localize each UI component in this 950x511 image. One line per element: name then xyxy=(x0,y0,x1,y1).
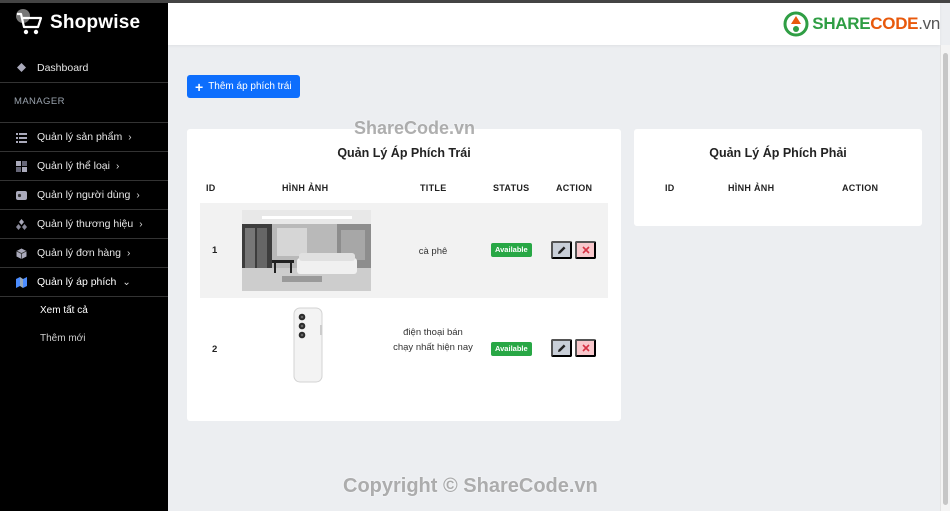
delete-button[interactable] xyxy=(575,339,596,357)
scrollbar-thumb[interactable] xyxy=(943,53,948,505)
chevron-right-icon: › xyxy=(128,131,132,143)
sidebar-item-label: Quản lý thương hiệu xyxy=(37,218,134,230)
pencil-icon xyxy=(557,246,565,254)
chevron-right-icon: › xyxy=(115,160,120,172)
column-header-action: ACTION xyxy=(842,183,879,193)
logo-text: SHARECODE.vn xyxy=(812,14,940,34)
watermark-copyright: Copyright © ShareCode.vn xyxy=(343,475,598,497)
sidebar-item-users[interactable]: Quản lý người dùng › xyxy=(0,181,168,210)
sidebar-item-label: Dashboard xyxy=(37,61,89,74)
sidebar-item-products[interactable]: Quản lý sản phẩm › xyxy=(0,123,168,152)
chevron-right-icon: › xyxy=(139,218,143,230)
sidebar-item-dashboard[interactable]: Dashboard xyxy=(0,53,168,83)
brand[interactable]: Shopwise xyxy=(0,3,168,43)
logo-share: SHARE xyxy=(812,14,871,33)
sidebar-subitem-view-all[interactable]: Xem tất cả xyxy=(0,297,168,325)
living-room-image xyxy=(242,210,371,291)
left-card-title: Quản Lý Áp Phích Trái xyxy=(337,146,471,160)
sidebar-item-orders[interactable]: Quản lý đơn hàng › xyxy=(0,239,168,268)
left-poster-card: Quản Lý Áp Phích Trái ID HÌNH ẢNH TITLE … xyxy=(187,129,621,421)
sharecode-logo[interactable]: SHARECODE.vn xyxy=(783,11,940,37)
sidebar-item-brands[interactable]: Quản lý thương hiệu › xyxy=(0,210,168,239)
right-poster-card: Quản Lý Áp Phích Phải ID HÌNH ẢNH ACTION xyxy=(634,129,922,226)
top-header: SHARECODE.vn xyxy=(168,3,940,45)
right-card-title: Quản Lý Áp Phích Phải xyxy=(709,146,847,160)
plus-icon: + xyxy=(195,78,204,95)
poster-icon xyxy=(16,276,27,288)
sidebar-item-categories[interactable]: Quản lý thể loại › xyxy=(0,152,168,181)
sidebar-item-label: Quản lý người dùng xyxy=(37,189,131,201)
column-header-action: ACTION xyxy=(556,183,593,193)
add-left-poster-label: Thêm áp phích trái xyxy=(208,81,292,92)
sidebar-item-label: Quản lý thể loại xyxy=(37,160,110,172)
edit-button[interactable] xyxy=(551,339,572,357)
column-header-image: HÌNH ẢNH xyxy=(728,183,775,193)
column-header-status: STATUS xyxy=(493,183,530,193)
logo-vn: .vn xyxy=(918,14,940,33)
box-icon xyxy=(16,248,27,259)
row-id: 1 xyxy=(212,245,218,256)
sidebar-item-posters[interactable]: Quản lý áp phích ⌄ xyxy=(0,268,168,297)
recycle-logo-icon xyxy=(783,11,809,37)
shopping-cart-icon xyxy=(16,9,43,35)
row-title: cà phê xyxy=(418,246,448,257)
sidebar: Shopwise Dashboard MANAGER Quản lý sản p… xyxy=(0,3,168,511)
chevron-right-icon: › xyxy=(136,189,140,201)
table-row: 2 điện thoại bán chạy nhất hiện nay Avai… xyxy=(200,299,608,399)
page-scrollbar[interactable] xyxy=(940,45,950,511)
phone-image xyxy=(293,307,323,383)
column-header-image: HÌNH ẢNH xyxy=(282,183,329,193)
sidebar-item-label: Quản lý sản phẩm xyxy=(37,131,123,143)
column-header-id: ID xyxy=(206,183,216,193)
watermark-top: ShareCode.vn xyxy=(354,118,476,138)
close-icon xyxy=(581,246,590,254)
sidebar-item-label: Quản lý đơn hàng xyxy=(37,247,121,259)
brand-name: Shopwise xyxy=(50,12,141,33)
row-title: điện thoại bán chạy nhất hiện nay xyxy=(393,327,473,353)
chevron-down-icon: ⌄ xyxy=(122,276,131,288)
edit-button[interactable] xyxy=(551,241,572,259)
dashboard-icon xyxy=(17,63,26,72)
section-label-manager: MANAGER xyxy=(0,83,168,123)
user-card-icon xyxy=(16,190,27,200)
delete-button[interactable] xyxy=(575,241,596,259)
chevron-right-icon: › xyxy=(126,247,131,259)
pencil-icon xyxy=(557,344,565,352)
status-badge: Available xyxy=(491,342,532,356)
right-table-header: ID HÌNH ẢNH ACTION xyxy=(634,183,922,193)
add-left-poster-button[interactable]: + Thêm áp phích trái xyxy=(187,75,300,98)
table-row: 1 cà phê Available xyxy=(200,203,608,298)
left-table-header: ID HÌNH ẢNH TITLE STATUS ACTION xyxy=(187,183,621,193)
row-id: 2 xyxy=(212,344,218,355)
sidebar-subitem-add-new[interactable]: Thêm mới xyxy=(0,325,168,353)
grid-icon xyxy=(16,160,27,172)
column-header-title: TITLE xyxy=(420,183,447,193)
column-header-id: ID xyxy=(665,183,675,193)
close-icon xyxy=(581,344,590,352)
status-badge: Available xyxy=(491,243,532,257)
list-icon xyxy=(16,132,27,143)
brand-icon xyxy=(16,218,27,230)
sidebar-item-label: Quản lý áp phích xyxy=(37,276,117,288)
logo-code: CODE xyxy=(870,14,919,33)
